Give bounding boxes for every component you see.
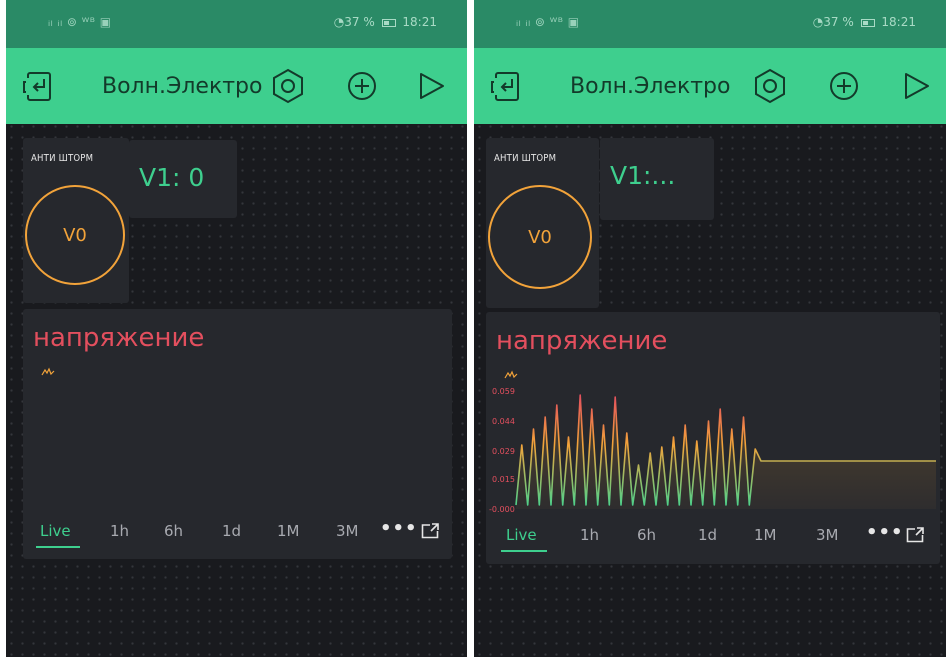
back-to-project-icon[interactable] (488, 66, 528, 106)
app-title: Волн.Электро (102, 74, 263, 99)
battery-percent: ◔37 % (812, 15, 854, 29)
tab-live[interactable]: Live (40, 522, 71, 540)
button-label: V0 (528, 227, 552, 248)
display-value: V1:... (610, 161, 676, 190)
time-range-tabs: Live 1h 6h 1d 1M 3M ••• (23, 518, 452, 548)
status-icons: ᵢₗ ᵢₗ ⊚ ᵂᴮ ▣ (48, 15, 112, 29)
tab-1h[interactable]: 1h (110, 522, 129, 540)
status-right: ◔37 % 18:21 (813, 15, 916, 29)
y-tick-label: 0.015 (492, 475, 515, 484)
battery-percent: ◔37 % (333, 15, 375, 29)
chart-expand-icon[interactable] (421, 523, 439, 539)
app-toolbar: Волн.Электро (474, 48, 946, 124)
display-value: V1: 0 (139, 163, 205, 192)
play-icon[interactable] (411, 66, 451, 106)
status-time: 18:21 (881, 15, 916, 29)
button-label: V0 (63, 225, 87, 246)
settings-hexagon-icon[interactable] (268, 66, 308, 106)
status-bar: ᵢₗ ᵢₗ ⊚ ᵂᴮ ▣ ◔37 % 18:21 (474, 0, 946, 48)
battery-icon (381, 18, 396, 27)
y-tick-label: 0.059 (492, 387, 515, 396)
tab-6h[interactable]: 6h (637, 526, 656, 544)
y-tick-label: -0.000 (489, 505, 515, 514)
chart-expand-icon[interactable] (906, 527, 924, 543)
add-widget-plus-icon[interactable] (342, 66, 382, 106)
superchart-legend-icon[interactable] (41, 367, 55, 377)
button-widget-title: АНТИ ШТОРМ (494, 153, 557, 164)
chart-title: напряжение (33, 323, 205, 353)
button-widget: АНТИ ШТОРМ V0 (486, 138, 599, 308)
tab-1m[interactable]: 1M (754, 526, 777, 544)
tab-6h[interactable]: 6h (164, 522, 183, 540)
value-display-widget: V1: 0 (129, 140, 237, 218)
y-tick-label: 0.029 (492, 447, 515, 456)
phone-screen-right: ᵢₗ ᵢₗ ⊚ ᵂᴮ ▣ ◔37 % 18:21 Волн.Электро АН… (474, 0, 946, 657)
more-menu-button[interactable]: ••• (866, 522, 904, 543)
active-tab-underline (36, 546, 80, 548)
active-tab-underline (501, 550, 547, 552)
tab-3m[interactable]: 3M (336, 522, 359, 540)
tab-1d[interactable]: 1d (222, 522, 241, 540)
tab-3m[interactable]: 3M (816, 526, 839, 544)
app-toolbar: Волн.Электро (6, 48, 467, 124)
status-bar: ᵢₗ ᵢₗ ⊚ ᵂᴮ ▣ ◔37 % 18:21 (6, 0, 467, 48)
play-icon[interactable] (896, 66, 936, 106)
v0-button[interactable]: V0 (25, 185, 125, 285)
tab-1m[interactable]: 1M (277, 522, 300, 540)
tab-live[interactable]: Live (506, 526, 537, 544)
status-right: ◔37 % 18:21 (334, 15, 437, 29)
time-range-tabs: Live 1h 6h 1d 1M 3M ••• (486, 522, 940, 552)
app-title: Волн.Электро (570, 74, 731, 99)
button-widget: АНТИ ШТОРМ V0 (23, 138, 129, 303)
status-time: 18:21 (402, 15, 437, 29)
more-menu-button[interactable]: ••• (380, 518, 418, 539)
button-widget-title: АНТИ ШТОРМ (31, 153, 94, 164)
phone-screen-left: ᵢₗ ᵢₗ ⊚ ᵂᴮ ▣ ◔37 % 18:21 Волн.Электро АН… (6, 0, 467, 657)
status-icons: ᵢₗ ᵢₗ ⊚ ᵂᴮ ▣ (516, 15, 580, 29)
battery-icon (860, 18, 875, 27)
add-widget-plus-icon[interactable] (824, 66, 864, 106)
tab-1h[interactable]: 1h (580, 526, 599, 544)
superchart-widget: напряжение Live 1h 6h 1d 1M 3M ••• (23, 309, 452, 559)
y-tick-label: 0.044 (492, 417, 515, 426)
back-to-project-icon[interactable] (20, 66, 60, 106)
settings-hexagon-icon[interactable] (750, 66, 790, 106)
value-display-widget: V1:... (600, 138, 714, 220)
v0-button[interactable]: V0 (488, 185, 592, 289)
superchart-widget: напряжение -0.000 0.015 0.029 0.044 0.059 Li… (486, 312, 940, 564)
tab-1d[interactable]: 1d (698, 526, 717, 544)
